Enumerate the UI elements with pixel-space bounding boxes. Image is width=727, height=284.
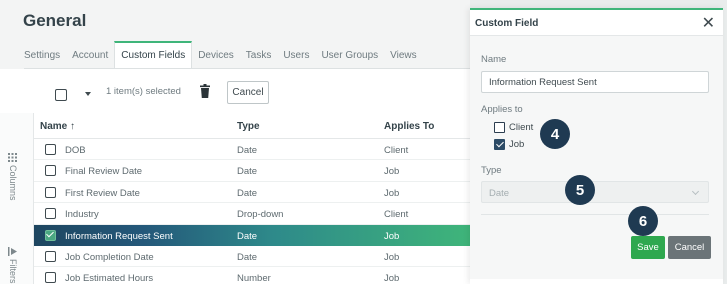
tab-users[interactable]: Users	[277, 41, 315, 68]
cell-type: Date	[237, 230, 258, 242]
tab-views[interactable]: Views	[384, 41, 423, 68]
close-icon[interactable]: ✕	[702, 13, 715, 33]
tab-tasks[interactable]: Tasks	[240, 41, 278, 68]
trash-icon[interactable]	[200, 84, 210, 98]
type-label: Type	[481, 165, 502, 176]
table-row-selected[interactable]: Information Request Sent Date Job	[34, 224, 470, 246]
selection-count: 1 item(s) selected	[106, 86, 181, 97]
step-callout-6: 6	[628, 206, 658, 236]
select-all-checkbox[interactable]	[55, 89, 67, 101]
cell-applies-to: Client	[384, 209, 409, 221]
panel-divider	[481, 214, 709, 215]
row-checkbox[interactable]	[45, 208, 56, 220]
filters-rail-label[interactable]: Filters	[8, 259, 18, 284]
name-label: Name	[481, 54, 507, 65]
client-checkbox[interactable]	[494, 122, 505, 133]
table-row[interactable]: Job Estimated Hours Number Job	[34, 267, 470, 284]
cell-applies-to: Job	[384, 273, 400, 284]
job-option-label: Job	[509, 139, 525, 150]
custom-fields-table: Columns Filters Name ↑ Type Applies To D…	[0, 113, 470, 284]
tab-user-groups[interactable]: User Groups	[315, 41, 384, 68]
row-checkbox[interactable]	[45, 272, 56, 284]
panel-title: Custom Field	[475, 18, 539, 29]
cell-applies-to: Job	[384, 187, 400, 199]
cell-type: Number	[237, 273, 271, 284]
cell-type: Date	[237, 187, 258, 199]
chevron-down-icon[interactable]	[85, 92, 91, 96]
step-callout-4: 4	[540, 119, 570, 149]
applies-job-option[interactable]: Job	[494, 139, 524, 150]
page-title: General	[23, 11, 87, 30]
cell-applies-to: Client	[384, 145, 409, 156]
cell-name: Job Estimated Hours	[65, 273, 154, 284]
cancel-selection-button[interactable]: Cancel	[227, 81, 269, 104]
cell-type: Date	[237, 252, 258, 263]
custom-field-panel: Custom Field ✕ Name Applies to Client Jo…	[470, 8, 723, 284]
column-header-type[interactable]: Type	[237, 121, 260, 132]
cell-type: Date	[237, 166, 258, 178]
tab-settings[interactable]: Settings	[24, 41, 66, 68]
cell-name: DOB	[65, 145, 86, 156]
filter-icon[interactable]	[8, 247, 17, 256]
chevron-down-icon	[691, 187, 700, 196]
settings-tabs: Settings Account Custom Fields Devices T…	[24, 41, 423, 68]
column-header-applies-to[interactable]: Applies To	[384, 121, 434, 132]
table-row[interactable]: First Review Date Date Job	[34, 182, 470, 204]
table-row[interactable]: Final Review Date Date Job	[34, 160, 470, 182]
cell-applies-to: Job	[384, 230, 400, 242]
row-checkbox-checked[interactable]	[45, 229, 56, 241]
client-option-label: Client	[509, 122, 534, 133]
columns-rail-label[interactable]: Columns	[8, 165, 18, 201]
bulk-toolbar: 1 item(s) selected Cancel	[0, 69, 470, 113]
columns-icon[interactable]	[8, 153, 17, 162]
table-row[interactable]: Industry Drop-down Client	[34, 203, 470, 225]
side-rail: Columns Filters	[0, 113, 34, 284]
cancel-button[interactable]: Cancel	[668, 236, 711, 259]
type-select[interactable]: Date	[481, 181, 709, 203]
cell-type: Drop-down	[237, 209, 284, 221]
cell-name: Final Review Date	[65, 166, 143, 178]
row-checkbox[interactable]	[45, 165, 56, 177]
job-checkbox[interactable]	[494, 139, 505, 150]
cell-name: Information Request Sent	[65, 230, 173, 242]
panel-header: Custom Field ✕	[470, 10, 723, 36]
type-select-value: Date	[489, 188, 510, 199]
cell-name: Job Completion Date	[65, 252, 154, 263]
row-checkbox[interactable]	[45, 186, 56, 198]
name-field[interactable]	[481, 71, 709, 93]
row-checkbox[interactable]	[45, 251, 56, 262]
applies-to-label: Applies to	[481, 104, 523, 115]
table-header: Name ↑ Type Applies To	[34, 113, 470, 139]
cell-applies-to: Job	[384, 252, 400, 263]
tab-custom-fields[interactable]: Custom Fields	[114, 41, 193, 68]
save-button[interactable]: Save	[631, 236, 665, 259]
settings-main-panel: General Settings Account Custom Fields D…	[0, 0, 470, 284]
cell-type: Date	[237, 145, 258, 156]
step-callout-5: 5	[565, 175, 595, 205]
table-row[interactable]: Job Completion Date Date Job	[34, 246, 470, 268]
row-checkbox[interactable]	[45, 144, 56, 155]
tab-account[interactable]: Account	[66, 41, 114, 68]
table-row[interactable]: DOB Date Client	[34, 139, 470, 161]
tab-devices[interactable]: Devices	[192, 41, 240, 68]
panel-body: Name Applies to Client Job Type Date Sav…	[470, 36, 723, 279]
cell-name: Industry	[65, 209, 99, 221]
cell-applies-to: Job	[384, 166, 400, 178]
cell-name: First Review Date	[65, 187, 140, 199]
applies-client-option[interactable]: Client	[494, 122, 533, 133]
column-header-name[interactable]: Name ↑	[40, 121, 75, 132]
